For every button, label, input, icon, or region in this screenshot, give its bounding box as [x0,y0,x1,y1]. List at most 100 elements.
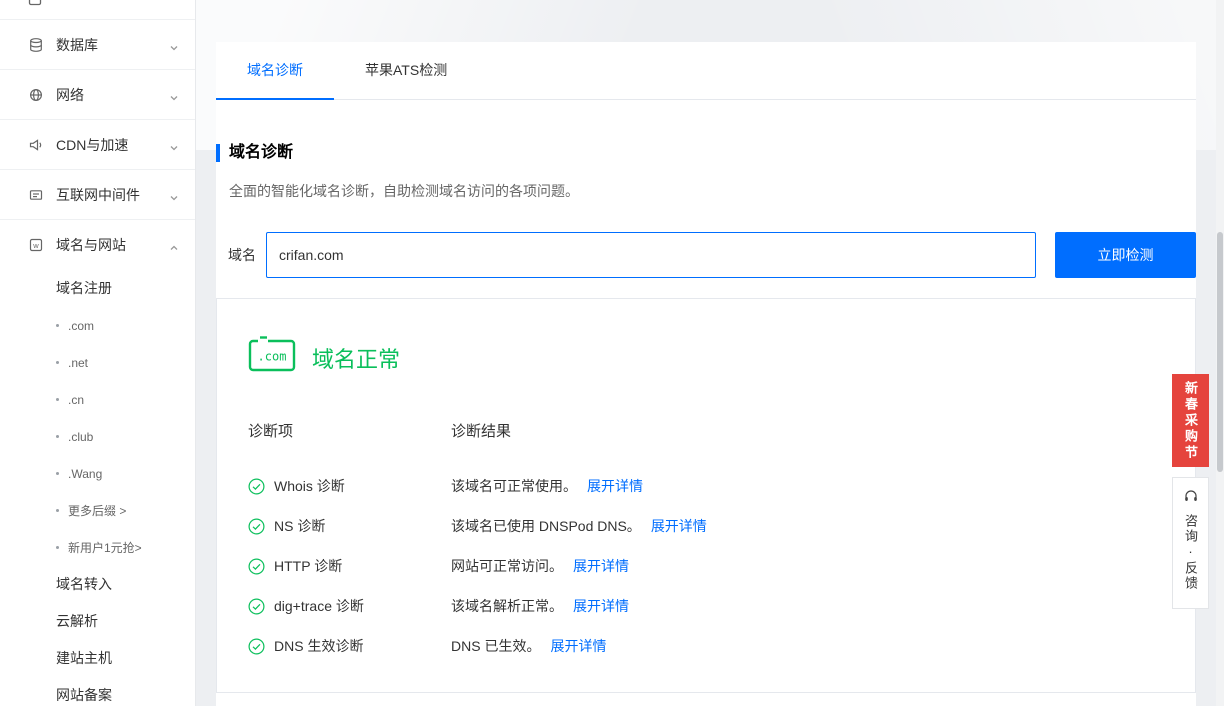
status-row: .com 域名正常 [248,335,1195,380]
expand-details-link[interactable]: 展开详情 [573,596,629,616]
table-row: dig+trace 诊断 该域名解析正常。 展开详情 [248,586,1195,626]
domain-input[interactable] [266,232,1036,278]
globe-icon [28,87,44,103]
diagnosis-result-panel: .com 域名正常 诊断项 诊断结果 Whois 诊断 该域名可正常使用。 展开… [216,298,1196,693]
diagnosis-result-text: 该域名已使用 DNSPod DNS。 [451,518,641,534]
promo-badge-new-year-sale[interactable]: 新春采购节 [1172,374,1209,467]
chevron-down-icon [169,40,179,51]
sidebar-item-site-hosting[interactable]: 建站主机 [0,640,195,677]
diagnosis-item: NS 诊断 [248,516,451,536]
diagnosis-item: HTTP 诊断 [248,556,451,576]
tab-bar: 域名诊断 苹果ATS检测 [216,42,1196,100]
database-icon [28,37,44,53]
tab-apple-ats[interactable]: 苹果ATS检测 [334,42,478,99]
sidebar-item-icp-filing[interactable]: 网站备案 [0,677,195,706]
feedback-label: 咨询·反馈 [1183,514,1198,591]
truncated-menu-icon [27,0,43,12]
diagnosis-result-text: 该域名解析正常。 [451,598,563,614]
sidebar-item-tld-cn[interactable]: .cn [0,381,195,418]
chevron-down-icon [169,190,179,201]
diagnosis-item-label: DNS 生效诊断 [274,638,364,654]
sidebar-item-more-suffixes[interactable]: 更多后缀 > [0,492,195,529]
domain-field-label: 域名 [228,247,256,263]
diagnosis-item-label: Whois 诊断 [274,478,345,494]
expand-details-link[interactable]: 展开详情 [550,636,606,656]
sidebar-item-tld-com[interactable]: .com [0,307,195,344]
bullet-dot [56,546,59,549]
feedback-widget[interactable]: 咨询·反馈 [1172,477,1209,609]
diagnosis-result-text: 该域名可正常使用。 [451,478,577,494]
tab-domain-diagnosis[interactable]: 域名诊断 [216,42,334,100]
table-row: NS 诊断 该域名已使用 DNSPod DNS。 展开详情 [248,506,1195,546]
bullet-dot [56,509,59,512]
chevron-up-icon [169,240,179,250]
check-circle-icon [248,637,265,655]
sidebar-item-cdn[interactable]: CDN与加速 [0,120,195,170]
diagnosis-result-text: DNS 已生效。 [451,638,541,654]
bullet-dot [56,435,59,438]
cdn-icon [28,137,44,153]
svg-text:w: w [32,241,39,250]
bullet-dot [56,472,59,475]
sidebar-item-tld-wang[interactable]: .Wang [0,455,195,492]
domain-website-icon: w [28,237,44,253]
diagnosis-item: dig+trace 诊断 [248,596,451,616]
sidebar-item-tld-club[interactable]: .club [0,418,195,455]
sub-item-label: 更多后缀 > [68,504,127,518]
status-text: 域名正常 [312,346,401,372]
table-row: Whois 诊断 该域名可正常使用。 展开详情 [248,466,1195,506]
sidebar-item-middleware[interactable]: 互联网中间件 [0,170,195,220]
sidebar-item-label: 网络 [56,86,84,103]
sub-item-label: 新用户1元抢> [68,541,142,555]
diagnosis-result: 网站可正常访问。 展开详情 [451,556,629,576]
sidebar-item-network[interactable]: 网络 [0,70,195,120]
bullet-dot [56,398,59,401]
sub-item-label: .Wang [68,466,103,481]
diagnosis-result-text: 网站可正常访问。 [451,558,563,574]
sidebar-item-cloud-dns[interactable]: 云解析 [0,603,195,640]
sidebar-item-partial[interactable] [0,0,195,20]
sub-item-label: .club [68,429,94,444]
sidebar-item-domain-transfer[interactable]: 域名转入 [0,566,195,603]
com-domain-icon: .com [248,335,296,380]
page-title-text: 域名诊断 [229,144,294,161]
sub-item-label: .com [68,318,95,333]
sidebar: 数据库 网络 CDN与加速 互联网中间件 w 域名与网站 域名注册 .com .… [0,0,196,706]
check-circle-icon [248,517,265,535]
diagnosis-result: DNS 已生效。 展开详情 [451,636,606,656]
sidebar-item-tld-net[interactable]: .net [0,344,195,381]
diagnosis-result: 该域名可正常使用。 展开详情 [451,476,643,496]
expand-details-link[interactable]: 展开详情 [573,556,629,576]
bullet-dot [56,324,59,327]
sidebar-item-label: CDN与加速 [56,136,129,153]
sidebar-item-label: 域名与网站 [56,237,126,253]
column-header-result: 诊断结果 [451,423,512,440]
sidebar-item-newuser-deal[interactable]: 新用户1元抢> [0,529,195,566]
sidebar-item-domain-website[interactable]: w 域名与网站 [0,220,195,270]
diagnosis-result: 该域名解析正常。 展开详情 [451,596,629,616]
sidebar-item-database[interactable]: 数据库 [0,20,195,70]
sidebar-item-domain-registration[interactable]: 域名注册 [0,270,195,307]
result-table-body: Whois 诊断 该域名可正常使用。 展开详情 NS 诊断 该域名已使用 DNS… [248,466,1195,666]
sub-item-label: .net [68,355,89,370]
page-description: 全面的智能化域名诊断，自助检测域名访问的各项问题。 [229,183,579,199]
main-area: 域名诊断 苹果ATS检测 域名诊断 全面的智能化域名诊断，自助检测域名访问的各项… [196,0,1224,706]
diagnosis-item: DNS 生效诊断 [248,636,451,656]
check-circle-icon [248,597,265,615]
column-header-item: 诊断项 [248,423,294,440]
status-badge: .com [258,350,287,364]
check-now-button[interactable]: 立即检测 [1055,232,1196,278]
bullet-dot [56,361,59,364]
diagnosis-item: Whois 诊断 [248,476,451,496]
content-card: 域名诊断 苹果ATS检测 域名诊断 全面的智能化域名诊断，自助检测域名访问的各项… [216,42,1196,706]
result-table-header: 诊断项 诊断结果 [248,420,1195,441]
table-row: HTTP 诊断 网站可正常访问。 展开详情 [248,546,1195,586]
expand-details-link[interactable]: 展开详情 [651,516,707,536]
page: 数据库 网络 CDN与加速 互联网中间件 w 域名与网站 域名注册 .com .… [0,0,1224,706]
scrollbar-thumb[interactable] [1217,232,1223,472]
chevron-down-icon [169,90,179,101]
expand-details-link[interactable]: 展开详情 [587,476,643,496]
headset-icon [1183,488,1199,507]
check-circle-icon [248,477,265,495]
sidebar-item-label: 互联网中间件 [56,186,140,203]
